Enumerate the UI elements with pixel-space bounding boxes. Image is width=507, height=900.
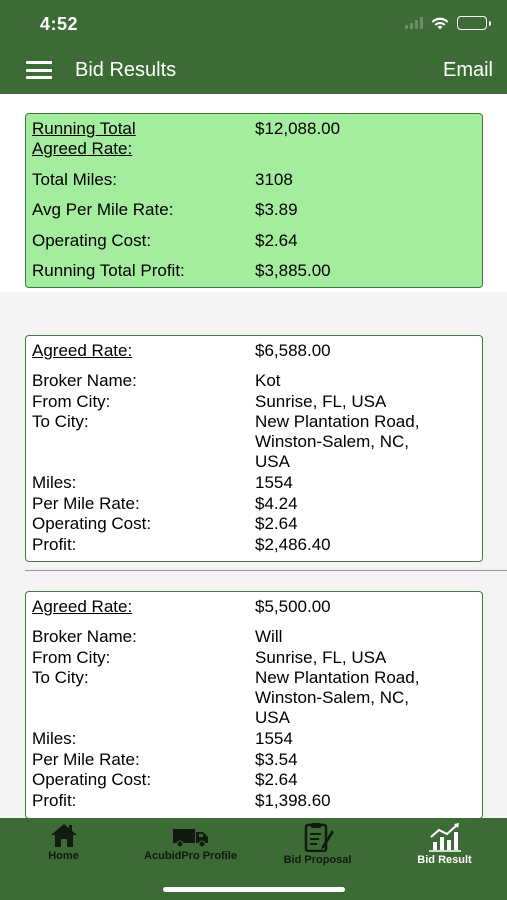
bid-card[interactable]: Agreed Rate: $5,500.00 Broker Name: Will…	[25, 591, 483, 818]
divider	[25, 570, 507, 571]
from-city-value: Sunrise, FL, USA	[255, 392, 387, 411]
nav-bar: Bid Results Email	[0, 48, 507, 94]
home-icon	[50, 824, 77, 847]
wifi-icon	[431, 17, 449, 29]
broker-name-label: Broker Name:	[32, 371, 137, 390]
hamburger-menu-icon[interactable]	[26, 61, 52, 79]
running-total-value: $12,088.00	[255, 119, 341, 138]
status-icons	[405, 16, 491, 30]
status-bar: 4:52	[0, 0, 507, 48]
tab-bid-proposal-label: Bid Proposal	[283, 854, 352, 866]
bid-list[interactable]: Agreed Rate: $6,588.00 Broker Name: Kot …	[0, 292, 507, 818]
summary-section: Running Total Agreed Rate: $12,088.00 To…	[0, 94, 507, 292]
broker-name-value: Kot	[255, 371, 281, 390]
miles-value: 1554	[255, 473, 293, 492]
agreed-rate-value: $5,500.00	[255, 597, 331, 616]
tab-bid-proposal[interactable]: Bid Proposal	[254, 818, 381, 880]
operating-cost-value: $2.64	[255, 770, 298, 789]
profit-label: Profit:	[32, 535, 77, 554]
home-indicator	[163, 887, 345, 892]
tab-bid-result-label: Bid Result	[417, 854, 472, 866]
tab-home[interactable]: Home	[0, 818, 127, 880]
running-profit-label: Running Total Profit:	[32, 261, 185, 280]
per-mile-rate-value: $4.24	[255, 494, 298, 513]
running-total-label: Running Total Agreed Rate:	[32, 119, 136, 158]
from-city-value: Sunrise, FL, USA	[255, 648, 387, 667]
page-title: Bid Results	[75, 59, 177, 81]
agreed-rate-value: $6,588.00	[255, 341, 331, 360]
status-time: 4:52	[40, 14, 79, 34]
tab-profile-label: AcubidPro Profile	[144, 850, 237, 862]
truck-icon	[172, 829, 208, 848]
profit-value: $1,398.60	[255, 791, 331, 810]
agreed-rate-label: Agreed Rate:	[32, 597, 133, 616]
profit-label: Profit:	[32, 791, 77, 810]
tab-profile[interactable]: AcubidPro Profile	[127, 818, 254, 880]
tab-home-label: Home	[48, 850, 79, 862]
to-city-value: New Plantation Road, Winston-Salem, NC, …	[255, 668, 420, 727]
total-miles-value: 3108	[255, 170, 293, 189]
from-city-label: From City:	[32, 648, 111, 667]
cellular-signal-icon	[405, 17, 423, 29]
operating-cost-label: Operating Cost:	[32, 770, 152, 789]
broker-name-label: Broker Name:	[32, 627, 137, 646]
miles-value: 1554	[255, 729, 293, 748]
per-mile-rate-label: Per Mile Rate:	[32, 494, 140, 513]
to-city-label: To City:	[32, 412, 89, 431]
operating-cost-label: Operating Cost:	[32, 514, 152, 533]
bid-card[interactable]: Agreed Rate: $6,588.00 Broker Name: Kot …	[25, 335, 483, 562]
operating-cost-value: $2.64	[255, 514, 298, 533]
agreed-rate-label: Agreed Rate:	[32, 341, 133, 360]
total-miles-label: Total Miles:	[32, 170, 118, 189]
operating-cost-label: Operating Cost:	[32, 231, 152, 250]
miles-label: Miles:	[32, 729, 77, 748]
broker-name-value: Will	[255, 627, 283, 646]
to-city-label: To City:	[32, 668, 89, 687]
email-button[interactable]: Email	[443, 59, 493, 82]
bar-chart-trend-icon	[428, 823, 461, 852]
tab-bar: Home AcubidPro Profile Bid Proposal Bid …	[0, 818, 507, 900]
per-mile-rate-label: Per Mile Rate:	[32, 750, 140, 769]
avg-rate-value: $3.89	[255, 200, 298, 219]
battery-icon	[457, 16, 491, 30]
miles-label: Miles:	[32, 473, 77, 492]
from-city-label: From City:	[32, 392, 111, 411]
tab-bid-result[interactable]: Bid Result	[381, 818, 507, 880]
avg-rate-label: Avg Per Mile Rate:	[32, 200, 174, 219]
clipboard-pen-icon	[304, 823, 334, 852]
to-city-value: New Plantation Road, Winston-Salem, NC, …	[255, 412, 420, 471]
operating-cost-value: $2.64	[255, 231, 298, 250]
per-mile-rate-value: $3.54	[255, 750, 298, 769]
running-total-summary: Running Total Agreed Rate: $12,088.00 To…	[25, 113, 483, 288]
running-profit-value: $3,885.00	[255, 261, 331, 280]
profit-value: $2,486.40	[255, 535, 331, 554]
